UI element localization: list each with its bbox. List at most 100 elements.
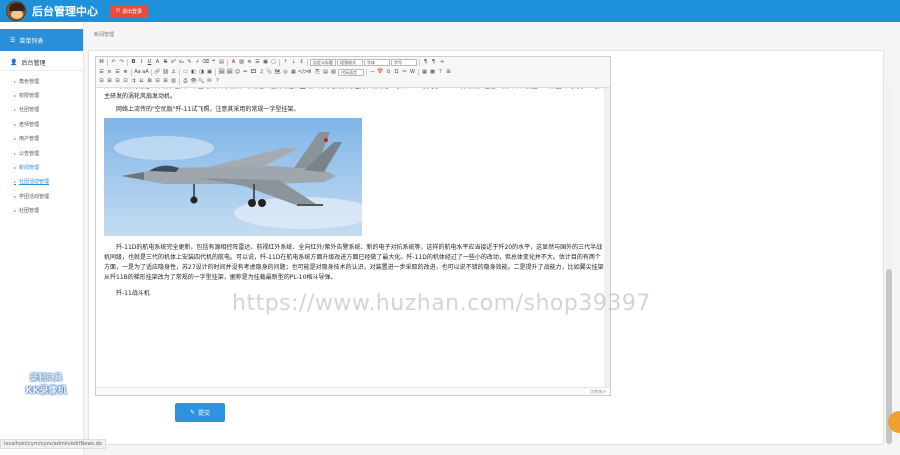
insert-paragraph-before-table-icon[interactable]: ⊤ bbox=[437, 69, 444, 76]
merge-right-icon[interactable]: ⇉ bbox=[130, 78, 137, 85]
font-family-select[interactable]: 字体 bbox=[364, 59, 390, 67]
gmap-icon[interactable]: ◎ bbox=[282, 69, 289, 76]
italic-icon[interactable]: I bbox=[138, 59, 145, 66]
sidebar-item-users[interactable]: ▸ 用户管理 bbox=[0, 132, 83, 146]
direction-ltr-icon[interactable]: ¶ bbox=[422, 59, 429, 66]
print-icon[interactable]: ⎙ bbox=[182, 78, 189, 85]
rich-text-editor[interactable]: ⌘ ↶ ↷ B I U A S x² x₂ ✎ ⚡ ⌫ ❝ ▤ A ▨ ≡ ☰ … bbox=[95, 56, 611, 396]
sidebar-group-admin[interactable]: 👤 后台管理 bbox=[0, 55, 83, 71]
preview-icon[interactable]: 👁 bbox=[190, 78, 197, 85]
sidebar-item-student-activities[interactable]: ▸ 学团活动管理 bbox=[0, 189, 83, 203]
music-icon[interactable]: ♫ bbox=[258, 69, 265, 76]
sidebar-item-clubs[interactable]: ▸ 社团管理 bbox=[0, 103, 83, 117]
scrawl-icon[interactable]: ✏ bbox=[242, 69, 249, 76]
align-justify-icon[interactable]: ≣ bbox=[122, 69, 129, 76]
image-center-icon[interactable]: ▣ bbox=[206, 69, 213, 76]
insert-video-icon[interactable]: 🎞 bbox=[250, 69, 257, 76]
split-rows-icon[interactable]: ⊟ bbox=[154, 78, 161, 85]
format-match-icon[interactable]: ✎ bbox=[186, 59, 193, 66]
font-color-icon[interactable]: A bbox=[230, 59, 237, 66]
sidebar-item-roles[interactable]: ▸ 角色管理 bbox=[0, 74, 83, 88]
font-border-icon[interactable]: A bbox=[154, 59, 161, 66]
time-icon[interactable]: ⏲ bbox=[385, 69, 392, 76]
sidebar-item-teachers[interactable]: ▸ 老师管理 bbox=[0, 117, 83, 131]
search-replace-icon[interactable]: 🔍 bbox=[198, 78, 205, 85]
chart-icon[interactable]: ▥ bbox=[170, 78, 177, 85]
help-icon[interactable]: ? bbox=[214, 78, 221, 85]
align-left-icon[interactable]: ☰ bbox=[98, 69, 105, 76]
highlight-icon[interactable]: ▨ bbox=[238, 59, 245, 66]
line-height-icon[interactable]: ↕ bbox=[298, 59, 305, 66]
touppercase-icon[interactable]: Aa bbox=[134, 69, 141, 76]
align-center-icon[interactable]: ≡ bbox=[106, 69, 113, 76]
delete-row-icon[interactable]: ⊟ bbox=[98, 78, 105, 85]
indent-icon[interactable]: ⇥ bbox=[438, 59, 445, 66]
horizontal-rule-icon[interactable]: — bbox=[369, 69, 376, 76]
bold-icon[interactable]: B bbox=[130, 59, 137, 66]
insert-row-icon[interactable]: ⊞ bbox=[445, 69, 452, 76]
blockquote-icon[interactable]: ❝ bbox=[210, 59, 217, 66]
insert-col-icon[interactable]: ⊞ bbox=[106, 78, 113, 85]
background-icon[interactable]: ▧ bbox=[330, 69, 337, 76]
align-right-icon[interactable]: ☰ bbox=[114, 69, 121, 76]
wordimage-icon[interactable]: W bbox=[409, 69, 416, 76]
split-cols-icon[interactable]: ⊞ bbox=[162, 78, 169, 85]
anchor-icon[interactable]: ⚓ bbox=[170, 69, 177, 76]
sidebar-item-clubs-2[interactable]: ▸ 社团管理 bbox=[0, 204, 83, 218]
image-left-icon[interactable]: ◧ bbox=[190, 69, 197, 76]
delete-col-icon[interactable]: ⊟ bbox=[114, 78, 121, 85]
template-icon[interactable]: ▤ bbox=[322, 69, 329, 76]
simple-upload-icon[interactable]: 🖼 bbox=[218, 69, 225, 76]
drafts-icon[interactable]: ✉ bbox=[206, 78, 213, 85]
sidebar-item-club-activities[interactable]: ▸ 社团活动管理 bbox=[0, 175, 83, 189]
tolowercase-icon[interactable]: aA bbox=[142, 69, 149, 76]
page-break-icon[interactable]: ⎘ bbox=[314, 69, 321, 76]
strikethrough-icon[interactable]: S bbox=[162, 59, 169, 66]
html-source-icon[interactable]: ⌘ bbox=[98, 59, 105, 66]
sidebar-item-permissions[interactable]: ▸ 权限管理 bbox=[0, 88, 83, 102]
date-icon[interactable]: 📅 bbox=[377, 69, 384, 76]
paragraph-select[interactable]: 段落格式 bbox=[337, 59, 363, 67]
ordered-list-icon[interactable]: ≡ bbox=[246, 59, 253, 66]
sidebar-item-news[interactable]: ▸ 新闻管理 bbox=[0, 160, 83, 174]
page-scrollbar[interactable] bbox=[886, 84, 892, 444]
direction-rtl-icon[interactable]: ¶ bbox=[430, 59, 437, 66]
map-icon[interactable]: 🗺 bbox=[274, 69, 281, 76]
web-app-icon[interactable]: ⚙ bbox=[306, 69, 313, 76]
pasteplain-icon[interactable]: ▤ bbox=[218, 59, 225, 66]
snapscreen-icon[interactable]: ✂ bbox=[401, 69, 408, 76]
link-icon[interactable]: 🔗 bbox=[154, 69, 161, 76]
sidebar-item-notices[interactable]: ▸ 公告管理 bbox=[0, 146, 83, 160]
superscript-icon[interactable]: x² bbox=[170, 59, 177, 66]
logout-button[interactable]: ⏻ 退出登录 bbox=[110, 4, 148, 18]
font-size-select[interactable]: 字号 bbox=[391, 59, 417, 67]
auto-format-icon[interactable]: ⚡ bbox=[194, 59, 201, 66]
attachment-icon[interactable]: 📎 bbox=[266, 69, 273, 76]
insert-frame-icon[interactable]: ▦ bbox=[290, 69, 297, 76]
image-none-icon[interactable]: ▭ bbox=[182, 69, 189, 76]
redo-icon[interactable]: ↷ bbox=[118, 59, 125, 66]
row-spacing-bottom-icon[interactable]: ⇣ bbox=[290, 59, 297, 66]
row-spacing-top-icon[interactable]: ⇡ bbox=[282, 59, 289, 66]
split-cells-icon[interactable]: ⊠ bbox=[146, 78, 153, 85]
editor-content[interactable]: 歼-11具有制载适、作战半径大、滞空时间长的特点，非常适合在南海这样主域广阔的地… bbox=[96, 88, 610, 388]
undo-icon[interactable]: ↶ bbox=[110, 59, 117, 66]
delete-table-icon[interactable]: ▩ bbox=[429, 69, 436, 76]
merge-cells-icon[interactable]: ⊡ bbox=[122, 78, 129, 85]
unordered-list-icon[interactable]: ☰ bbox=[254, 59, 261, 66]
clear-doc-icon[interactable]: ▢ bbox=[270, 59, 277, 66]
insert-code-icon[interactable]: </> bbox=[298, 69, 308, 76]
unlink-icon[interactable]: ⛓ bbox=[162, 69, 169, 76]
submit-button[interactable]: ✎ 提交 bbox=[175, 403, 225, 422]
code-language-select[interactable]: 代码语言 bbox=[338, 68, 364, 76]
select-all-icon[interactable]: ▣ bbox=[262, 59, 269, 66]
custom-title-select[interactable]: 自定义标题 bbox=[310, 59, 336, 67]
merge-down-icon[interactable]: ⇊ bbox=[138, 78, 145, 85]
editor-scrollbar[interactable] bbox=[604, 88, 610, 388]
insert-table-icon[interactable]: ▦ bbox=[421, 69, 428, 76]
spechars-icon[interactable]: Ω bbox=[393, 69, 400, 76]
clear-format-icon[interactable]: ⌫ bbox=[202, 59, 209, 66]
subscript-icon[interactable]: x₂ bbox=[178, 59, 185, 66]
insert-image-icon[interactable]: 🖼 bbox=[226, 69, 233, 76]
emotion-icon[interactable]: ☺ bbox=[234, 69, 241, 76]
